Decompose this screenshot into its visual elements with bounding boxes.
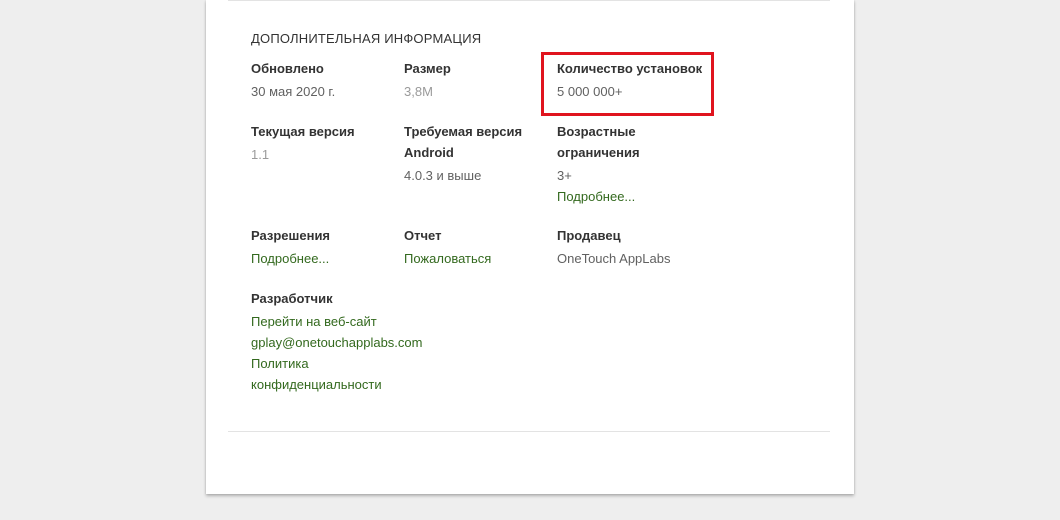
section-title: ДОПОЛНИТЕЛЬНАЯ ИНФОРМАЦИЯ: [251, 31, 482, 46]
required-android-value: 4.0.3 и выше: [404, 168, 482, 183]
report-label: Отчет: [404, 228, 442, 243]
report-block: Отчет Пожаловаться: [404, 225, 554, 269]
seller-label: Продавец: [557, 228, 621, 243]
permissions-label: Разрешения: [251, 228, 331, 243]
developer-website-link[interactable]: Перейти на веб-сайт: [251, 311, 441, 332]
top-divider: [228, 0, 830, 1]
permissions-block: Разрешения Подробнее...: [251, 225, 401, 269]
updated-block: Обновлено 30 мая 2020 г.: [251, 58, 401, 102]
age-rating-label-line1: Возрастные: [557, 124, 636, 139]
updated-value: 30 мая 2020 г.: [251, 84, 336, 99]
age-rating-details-link[interactable]: Подробнее...: [557, 186, 707, 207]
size-label: Размер: [404, 61, 451, 76]
bottom-divider: [228, 431, 830, 432]
installs-block: Количество установок 5 000 000+: [557, 58, 727, 102]
updated-label: Обновлено: [251, 61, 324, 76]
installs-value: 5 000 000+: [557, 84, 623, 99]
current-version-value: 1.1: [251, 147, 270, 162]
age-rating-block: Возрастные ограничения 3+ Подробнее...: [557, 121, 707, 207]
current-version-block: Текущая версия 1.1: [251, 121, 401, 165]
current-version-label: Текущая версия: [251, 124, 355, 139]
size-value: 3,8M: [404, 84, 433, 99]
age-rating-value: 3+: [557, 168, 572, 183]
developer-label: Разработчик: [251, 291, 333, 306]
seller-value: OneTouch AppLabs: [557, 251, 671, 266]
required-android-label-line2: Android: [404, 145, 454, 160]
permissions-details-link[interactable]: Подробнее...: [251, 248, 401, 269]
developer-email-link[interactable]: gplay@onetouchapplabs.com: [251, 332, 441, 353]
size-block: Размер 3,8M: [404, 58, 554, 102]
additional-info-card: ДОПОЛНИТЕЛЬНАЯ ИНФОРМАЦИЯ Обновлено 30 м…: [206, 0, 854, 494]
privacy-policy-link-line1[interactable]: Политика: [251, 353, 441, 374]
report-link[interactable]: Пожаловаться: [404, 248, 554, 269]
developer-block: Разработчик Перейти на веб-сайт gplay@on…: [251, 288, 441, 395]
seller-block: Продавец OneTouch AppLabs: [557, 225, 707, 269]
installs-label: Количество установок: [557, 61, 703, 76]
required-android-label-line1: Требуемая версия: [404, 124, 523, 139]
age-rating-label-line2: ограничения: [557, 145, 640, 160]
required-android-block: Требуемая версия Android 4.0.3 и выше: [404, 121, 554, 186]
privacy-policy-link-line2[interactable]: конфиденциальности: [251, 374, 441, 395]
